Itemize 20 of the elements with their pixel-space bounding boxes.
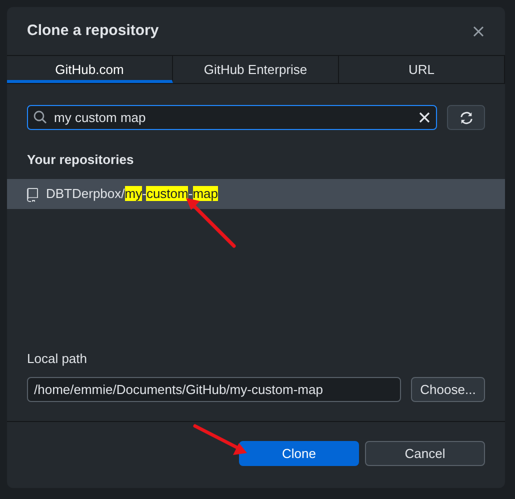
- clear-icon[interactable]: [419, 112, 430, 123]
- cancel-button[interactable]: Cancel: [365, 441, 485, 466]
- choose-button[interactable]: Choose...: [411, 377, 485, 402]
- section-heading: Your repositories: [27, 152, 134, 167]
- field-label: Local path: [27, 351, 87, 366]
- clone-button[interactable]: Clone: [239, 441, 359, 466]
- local-path-field[interactable]: /home/emmie/Documents/GitHub/my-custom-map: [27, 377, 401, 402]
- close-icon[interactable]: [471, 24, 485, 38]
- refresh-icon: [458, 110, 474, 124]
- repository-item[interactable]: DBTDerpbox/my-custom-map: [7, 179, 505, 209]
- tab[interactable]: GitHub Enterprise: [173, 56, 339, 83]
- search-field[interactable]: my custom map: [27, 105, 437, 130]
- search-icon: [33, 110, 47, 124]
- refresh-button[interactable]: [447, 105, 485, 130]
- dialog-title: Clone a repository: [27, 20, 159, 41]
- annotation-arrow: [193, 424, 247, 455]
- repository-name: DBTDerpbox/my-custom-map: [46, 185, 218, 204]
- repository-icon: [27, 186, 39, 202]
- tab[interactable]: URL: [339, 56, 505, 83]
- tab[interactable]: GitHub.com: [7, 56, 173, 83]
